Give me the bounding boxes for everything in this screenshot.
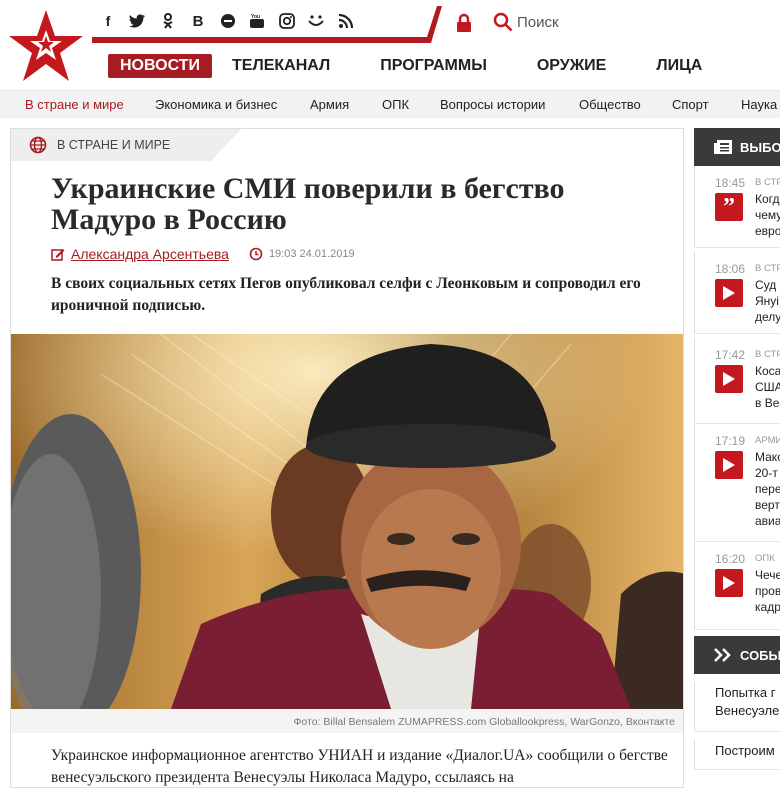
event-item[interactable]: Построим — [694, 740, 780, 770]
section-history[interactable]: Вопросы истории — [440, 97, 545, 112]
section-sport[interactable]: Спорт — [672, 97, 709, 112]
news-category: АРМИ — [755, 435, 780, 446]
site-header: f В You Поиск НОВОСТИ ТЕЛЕКАНАЛ ПРОГРАММ… — [0, 0, 780, 90]
article-title: Украинские СМИ поверили в бегство Мадуро… — [51, 172, 565, 236]
news-time: 17:42 — [715, 348, 746, 362]
play-icon — [715, 365, 743, 393]
instagram-icon[interactable] — [277, 11, 297, 31]
news-headline: Чече пров кадр — [755, 568, 780, 614]
news-item[interactable]: 18:45 В СТР ” Когд чему евро — [694, 166, 780, 248]
news-headline: Мако20-тперевертавиа — [755, 450, 780, 528]
nav-programs[interactable]: ПРОГРАММЫ — [368, 54, 499, 78]
search-icon — [493, 12, 513, 32]
clock-icon — [249, 247, 263, 261]
news-time: 18:45 — [715, 176, 746, 190]
news-item[interactable]: 16:20 ОПК Чече пров кадр — [694, 542, 780, 630]
article-lead: В своих социальных сетях Пегов опубликов… — [51, 275, 641, 314]
double-chevron-icon — [714, 648, 731, 662]
section-society[interactable]: Общество — [579, 97, 641, 112]
publish-date: 19:03 24.01.2019 — [268, 248, 355, 260]
section-opk[interactable]: ОПК — [382, 97, 409, 112]
news-headline: Когд чему евро — [755, 192, 780, 238]
author-link[interactable]: Александра Арсентьева — [71, 246, 229, 262]
twitter-icon[interactable] — [127, 11, 147, 31]
news-time: 16:20 — [715, 552, 746, 566]
search-label: Поиск — [517, 13, 559, 31]
article-body: Украинское информационное агентство УНИА… — [51, 747, 668, 786]
odnoklassniki-icon[interactable] — [158, 11, 178, 31]
category-label: В СТРАНЕ И МИРЕ — [57, 138, 171, 152]
facebook-icon[interactable]: f — [98, 11, 118, 31]
editors-choice-label: ВЫБОР — [740, 140, 780, 155]
photo-caption: Фото: Billal Bensalem ZUMAPRESS.com Glob… — [11, 709, 683, 733]
nav-faces[interactable]: ЛИЦА — [644, 54, 714, 78]
news-headline: Коса США в Ве — [755, 364, 780, 410]
events-header[interactable]: СОБЫ — [694, 636, 780, 674]
section-economy[interactable]: Экономика и бизнес — [155, 97, 277, 112]
main-nav: НОВОСТИ ТЕЛЕКАНАЛ ПРОГРАММЫ ОРУЖИЕ ЛИЦА — [108, 54, 714, 78]
article: В СТРАНЕ И МИРЕ Украинские СМИ поверили … — [10, 128, 684, 788]
news-category: В СТР — [755, 263, 780, 274]
newspaper-icon — [714, 140, 732, 154]
byline: Александра Арсентьева 19:03 24.01.2019 — [51, 246, 355, 262]
section-country-world[interactable]: В стране и мире — [25, 97, 124, 112]
news-item[interactable]: 17:19 АРМИ Мако20-тперевертавиа — [694, 424, 780, 542]
play-icon — [715, 279, 743, 307]
section-science[interactable]: Наука — [741, 97, 777, 112]
nav-weapons[interactable]: ОРУЖИЕ — [525, 54, 619, 78]
nav-news[interactable]: НОВОСТИ — [108, 54, 213, 78]
nav-tv[interactable]: ТЕЛЕКАНАЛ — [220, 54, 342, 78]
event-item[interactable]: Попытка г Венесуэле — [694, 682, 780, 732]
emoji-icon[interactable] — [306, 11, 326, 31]
lock-icon[interactable] — [454, 13, 474, 33]
section-nav: В стране и мире Экономика и бизнес Армия… — [0, 90, 780, 118]
messenger-icon[interactable] — [218, 11, 238, 31]
news-headline: Суд Януі делу — [755, 278, 780, 324]
section-army[interactable]: Армия — [310, 97, 349, 112]
svg-text:You: You — [251, 14, 260, 20]
rss-icon[interactable] — [336, 11, 356, 31]
category-tag[interactable]: В СТРАНЕ И МИРЕ — [11, 129, 241, 161]
social-bar: f В You — [92, 0, 442, 43]
news-item[interactable]: 18:06 В СТР Суд Януі делу — [694, 252, 780, 334]
news-category: В СТР — [755, 177, 780, 188]
red-star-logo[interactable] — [8, 8, 84, 84]
vk-icon[interactable]: В — [188, 11, 208, 31]
news-item[interactable]: 17:42 В СТР Коса США в Ве — [694, 338, 780, 424]
sidebar: ВЫБОР 18:45 В СТР ” Когдчемуевро 18:06 В… — [694, 128, 780, 778]
play-icon — [715, 451, 743, 479]
search-box[interactable]: Поиск — [493, 12, 559, 32]
youtube-icon[interactable]: You — [247, 11, 267, 31]
news-time: 18:06 — [715, 262, 746, 276]
globe-icon — [29, 136, 47, 154]
news-time: 17:19 — [715, 434, 746, 448]
article-photo — [11, 334, 683, 709]
events-label: СОБЫ — [740, 648, 780, 663]
quote-icon: ” — [715, 193, 743, 221]
edit-icon — [51, 249, 65, 261]
news-category: ОПК — [755, 553, 775, 564]
play-icon — [715, 569, 743, 597]
editors-choice-header[interactable]: ВЫБОР — [694, 128, 780, 166]
news-category: В СТР — [755, 349, 780, 360]
